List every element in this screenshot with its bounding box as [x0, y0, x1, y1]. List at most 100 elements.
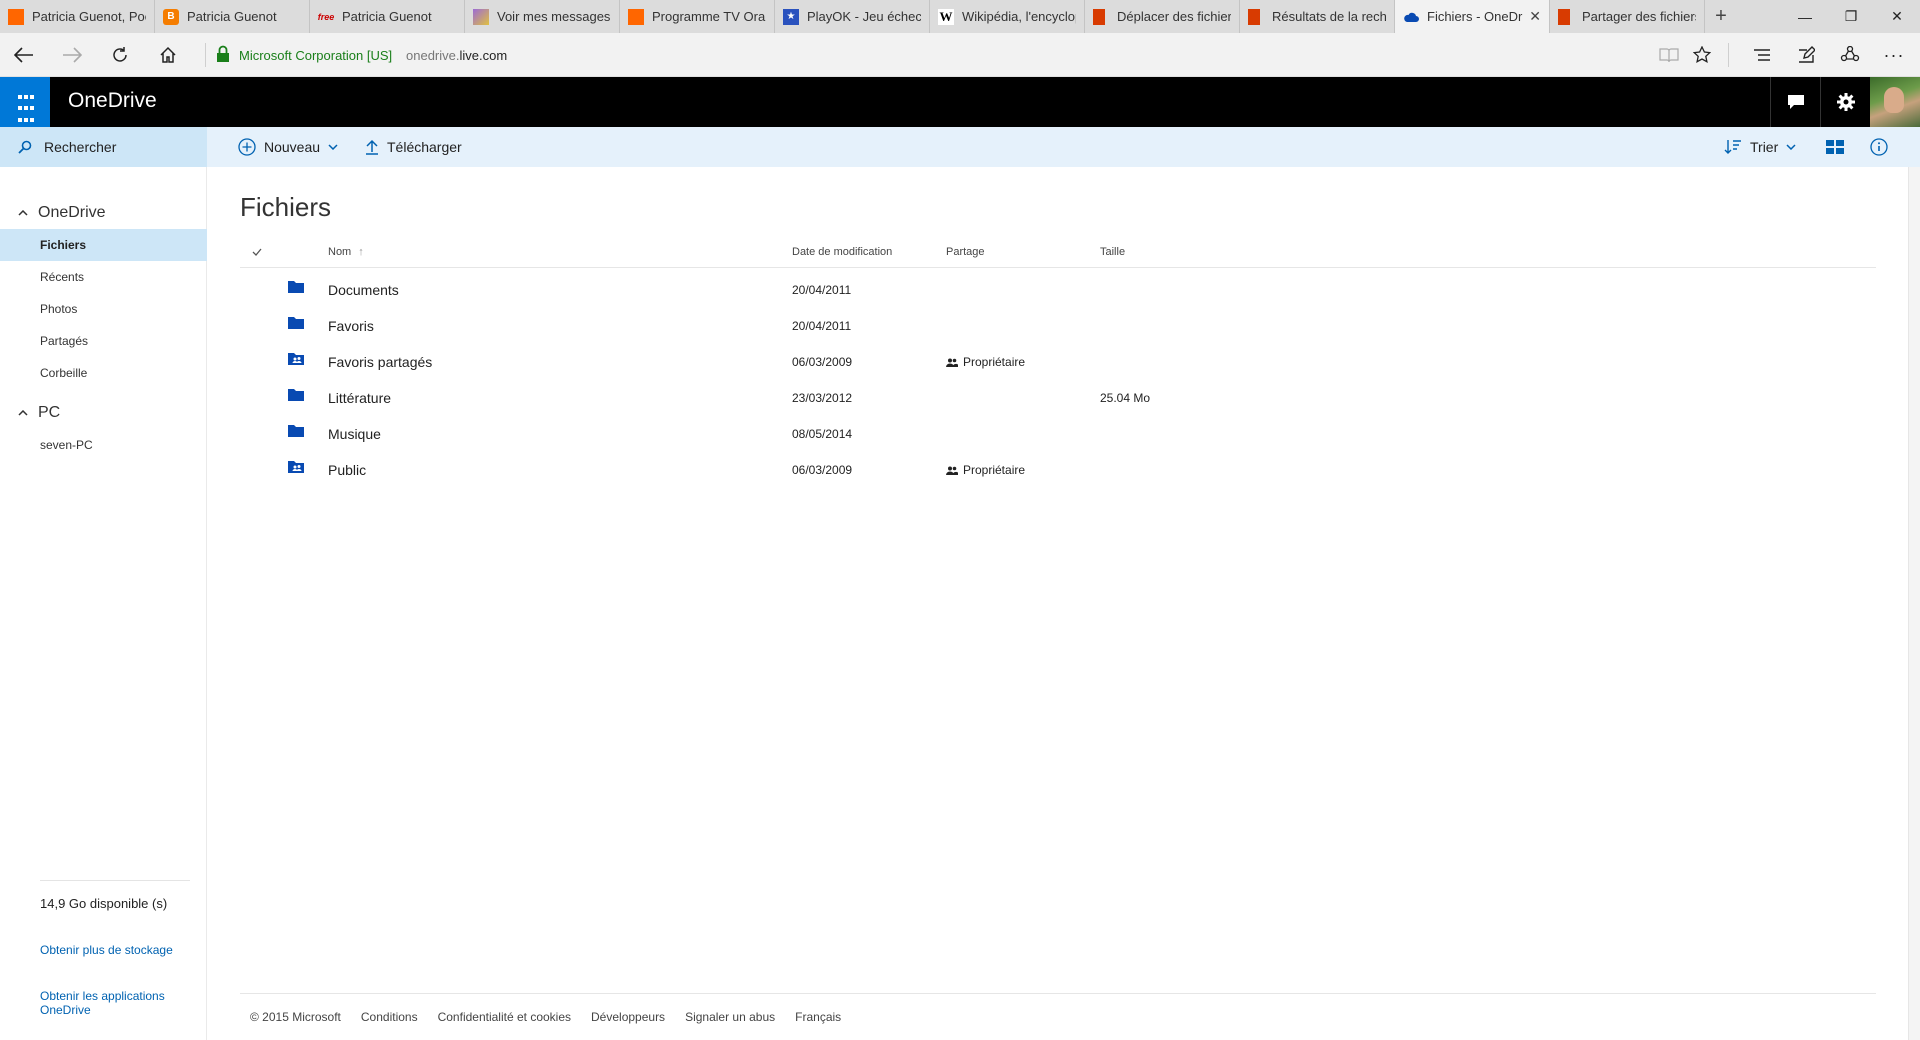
back-icon[interactable]: [10, 41, 38, 69]
home-icon[interactable]: [154, 41, 182, 69]
tab-title: PlayOK - Jeu échecs: [807, 9, 921, 24]
sharing-status[interactable]: Propriétaire: [946, 355, 1025, 369]
new-tab-button[interactable]: +: [1705, 0, 1737, 33]
column-header-modified[interactable]: Date de modification: [792, 246, 892, 258]
browser-tab[interactable]: Partager des fichiers: [1550, 0, 1705, 33]
browser-tab[interactable]: W Wikipédia, l'encyclop: [930, 0, 1085, 33]
footer-link-language[interactable]: Français: [795, 1010, 841, 1024]
nav-group-onedrive[interactable]: OneDrive: [0, 199, 207, 227]
certificate-label[interactable]: Microsoft Corporation [US]: [239, 48, 392, 63]
file-name[interactable]: Musique: [328, 426, 381, 442]
sidebar-item-label: Récents: [40, 270, 85, 284]
page-scrollbar[interactable]: [1908, 167, 1920, 1040]
file-name[interactable]: Favoris: [328, 318, 374, 334]
table-row[interactable]: Favoris 20/04/2011: [240, 307, 1876, 343]
table-row[interactable]: Littérature 23/03/2012 25.04 Mo: [240, 379, 1876, 415]
get-apps-link[interactable]: Obtenir les applications OneDrive: [40, 989, 180, 1017]
sidebar-item-seven-pc[interactable]: seven-PC: [0, 429, 207, 461]
office-icon: [1558, 8, 1570, 25]
reading-view-icon[interactable]: [1655, 41, 1683, 69]
browser-tab-active[interactable]: Fichiers - OneDr ✕: [1395, 0, 1550, 33]
refresh-icon[interactable]: [106, 41, 134, 69]
settings-gear-icon[interactable]: [1820, 77, 1870, 127]
browser-tab[interactable]: Programme TV Oran: [620, 0, 775, 33]
file-size: 25.04 Mo: [1100, 391, 1151, 405]
sharing-status[interactable]: Propriétaire: [946, 463, 1025, 477]
sharing-label: Propriétaire: [963, 355, 1026, 369]
url-field[interactable]: onedrive.live.com: [406, 48, 507, 63]
browser-tab[interactable]: Déplacer des fichiers: [1085, 0, 1240, 33]
modified-date: 20/04/2011: [792, 283, 852, 297]
footer-link-report-abuse[interactable]: Signaler un abus: [685, 1010, 775, 1024]
sidebar-item-corbeille[interactable]: Corbeille: [0, 357, 207, 389]
playok-icon: ★: [783, 8, 799, 25]
web-note-icon[interactable]: [1792, 41, 1820, 69]
browser-tab[interactable]: Patricia Guenot, Poè: [0, 0, 155, 33]
minimize-icon[interactable]: —: [1782, 0, 1828, 33]
get-more-storage-link[interactable]: Obtenir plus de stockage: [40, 943, 180, 957]
office-icon: [1093, 8, 1105, 25]
browser-tab[interactable]: B Patricia Guenot: [155, 0, 310, 33]
column-header-sharing[interactable]: Partage: [946, 246, 985, 258]
upload-button[interactable]: Télécharger: [365, 127, 462, 167]
close-window-icon[interactable]: ✕: [1874, 0, 1920, 33]
info-icon[interactable]: [1870, 127, 1896, 167]
table-row[interactable]: Public 06/03/2009 Propriétaire: [240, 451, 1876, 487]
footer-link-developers[interactable]: Développeurs: [591, 1010, 665, 1024]
tab-title: Résultats de la reche: [1272, 9, 1386, 24]
search-button[interactable]: Rechercher: [0, 127, 207, 167]
file-name[interactable]: Favoris partagés: [328, 354, 432, 370]
sidebar-item-recents[interactable]: Récents: [0, 261, 207, 293]
blogger-icon: B: [163, 8, 179, 25]
footer-link-privacy[interactable]: Confidentialité et cookies: [438, 1010, 571, 1024]
file-name[interactable]: Littérature: [328, 390, 391, 406]
table-row[interactable]: Favoris partagés 06/03/2009 Propriétaire: [240, 343, 1876, 379]
browser-tab[interactable]: free Patricia Guenot: [310, 0, 465, 33]
file-name[interactable]: Public: [328, 462, 366, 478]
brand-title[interactable]: OneDrive: [68, 89, 157, 113]
more-icon[interactable]: ···: [1880, 41, 1908, 69]
tab-title: Déplacer des fichiers: [1117, 9, 1231, 24]
tab-title: Voir mes messages: [497, 9, 611, 24]
favorite-star-icon[interactable]: [1688, 41, 1716, 69]
user-avatar[interactable]: [1870, 77, 1920, 127]
tab-title: Patricia Guenot: [187, 9, 277, 24]
new-button[interactable]: Nouveau: [238, 127, 346, 167]
chevron-up-icon: [18, 210, 28, 216]
window-controls: — ❐ ✕: [1782, 0, 1920, 33]
file-name[interactable]: Documents: [328, 282, 399, 298]
browser-tab[interactable]: Voir mes messages: [465, 0, 620, 33]
browser-tab[interactable]: Résultats de la reche: [1240, 0, 1395, 33]
folder-icon: [288, 425, 304, 440]
close-tab-icon[interactable]: ✕: [1529, 8, 1541, 25]
sidebar-item-fichiers[interactable]: Fichiers: [0, 229, 207, 261]
column-header-name[interactable]: Nom ↑: [328, 246, 364, 258]
view-tiles-icon[interactable]: [1826, 127, 1852, 167]
table-row[interactable]: Documents 20/04/2011: [240, 271, 1876, 307]
tab-favicon-icon: [8, 8, 24, 25]
storage-quota: 14,9 Go disponible (s): [40, 896, 168, 911]
people-icon: [946, 358, 958, 367]
browser-tab[interactable]: ★ PlayOK - Jeu échecs: [775, 0, 930, 33]
forward-icon[interactable]: [58, 41, 86, 69]
modified-date: 23/03/2012: [792, 391, 853, 405]
shared-folder-icon: [288, 461, 304, 476]
feedback-icon[interactable]: [1770, 77, 1820, 127]
lock-icon[interactable]: [216, 45, 230, 66]
sidebar-item-partages[interactable]: Partagés: [0, 325, 207, 357]
search-label: Rechercher: [44, 139, 117, 155]
sidebar-item-photos[interactable]: Photos: [0, 293, 207, 325]
table-row[interactable]: Musique 08/05/2014: [240, 415, 1876, 451]
tab-title: Programme TV Oran: [652, 9, 766, 24]
footer-link-conditions[interactable]: Conditions: [361, 1010, 418, 1024]
folder-icon: [288, 281, 304, 296]
restore-icon[interactable]: ❐: [1828, 0, 1874, 33]
nav-group-pc[interactable]: PC: [0, 399, 207, 427]
app-launcher-icon[interactable]: [0, 77, 50, 127]
share-icon[interactable]: [1836, 41, 1864, 69]
hub-icon[interactable]: [1748, 41, 1776, 69]
column-header-size[interactable]: Taille: [1100, 246, 1125, 258]
select-all-checkbox[interactable]: [252, 245, 262, 259]
toolbar-separator: [1728, 43, 1729, 67]
sort-button[interactable]: Trier: [1724, 127, 1804, 167]
